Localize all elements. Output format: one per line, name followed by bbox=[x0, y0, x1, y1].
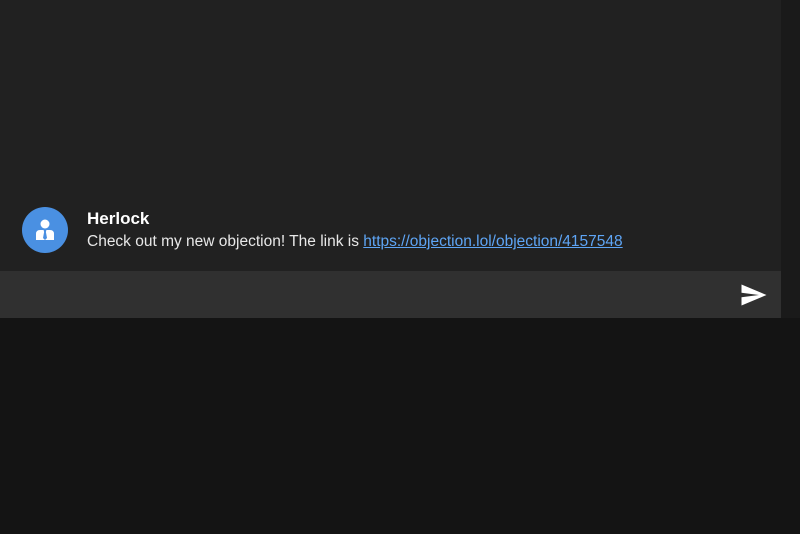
message-author: Herlock bbox=[87, 209, 150, 228]
message-body: Check out my new objection! The link is … bbox=[87, 232, 623, 252]
message-composer bbox=[0, 271, 781, 318]
message-text: Check out my new objection! The link is bbox=[87, 233, 364, 250]
person-tie-icon bbox=[36, 219, 54, 240]
avatar[interactable] bbox=[22, 207, 68, 253]
scrollbar-track[interactable] bbox=[781, 0, 800, 318]
message-link[interactable]: https://objection.lol/objection/4157548 bbox=[363, 233, 622, 250]
send-button[interactable] bbox=[733, 277, 773, 313]
chat-message: Herlock Check out my new objection! The … bbox=[22, 207, 772, 255]
message-input[interactable] bbox=[0, 271, 720, 318]
send-icon bbox=[741, 284, 767, 306]
